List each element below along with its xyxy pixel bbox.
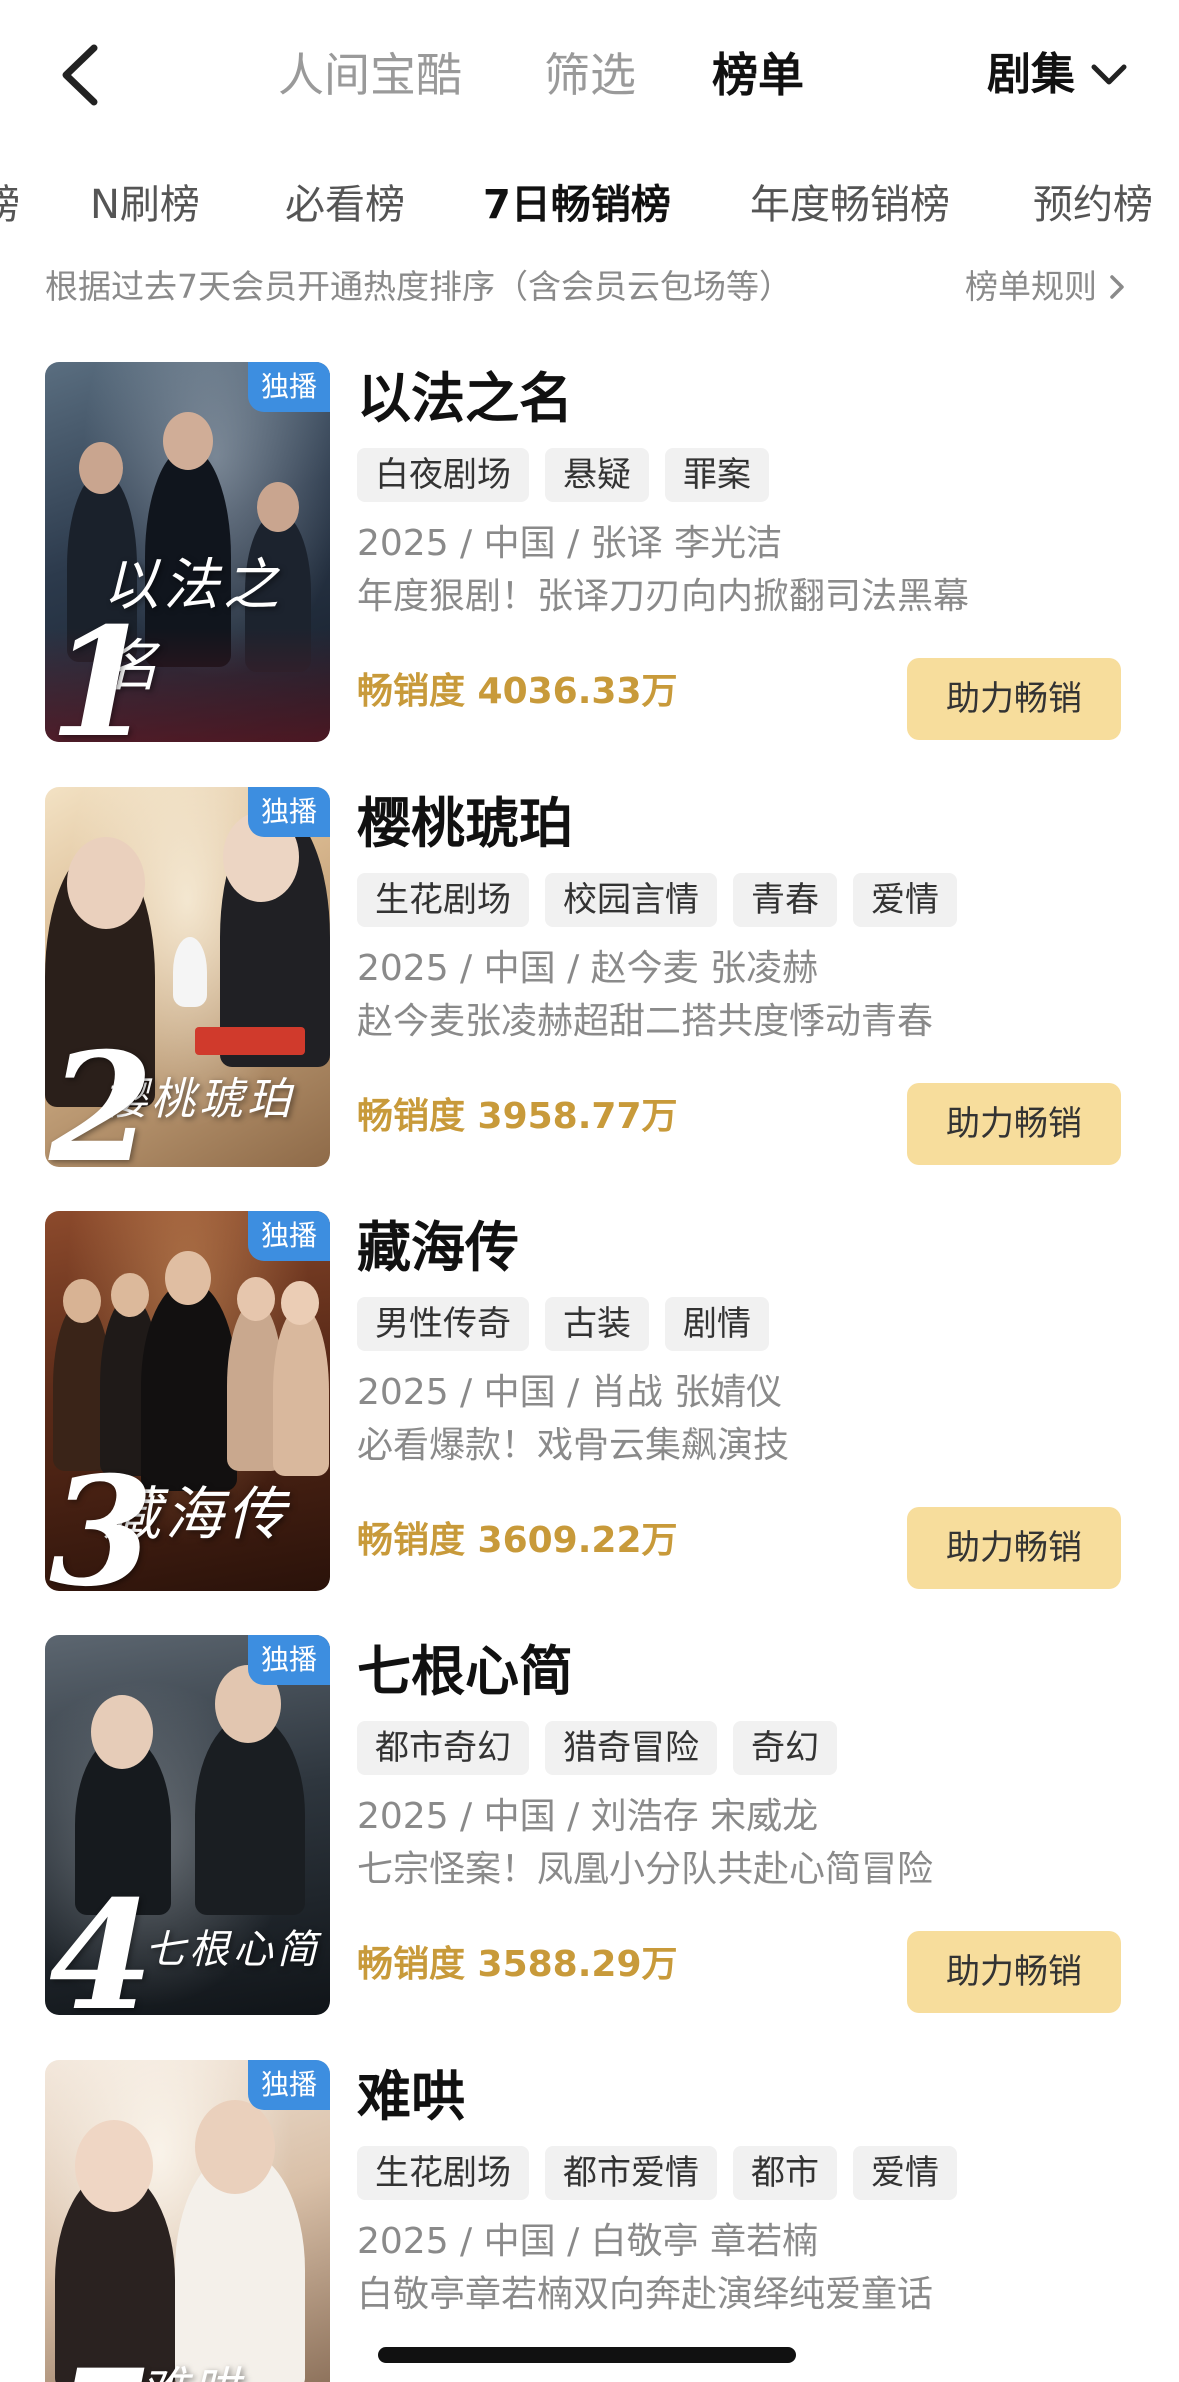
genre-tag[interactable]: 猎奇冒险 [545, 1721, 717, 1775]
poster-title: 七根心简 [145, 1927, 321, 1973]
poster-image[interactable]: 以法之名 1 独播 [45, 362, 330, 742]
genre-tag[interactable]: 奇幻 [733, 1721, 837, 1775]
ranking-subtabs: 榜 N刷榜 必看榜 7日畅销榜 年度畅销榜 预约榜 [0, 170, 1179, 240]
rank-number: 5 [49, 2350, 153, 2382]
show-meta: 2025 / 中国 / 赵今麦 张凌赫 [357, 948, 819, 989]
back-button[interactable] [52, 40, 112, 110]
show-tagline: 赵今麦张凌赫超甜二搭共度悸动青春 [357, 1001, 934, 1042]
tag-list: 白夜剧场 悬疑 罪案 [357, 448, 769, 502]
poster-image[interactable]: 藏海传 3 独播 [45, 1211, 330, 1591]
ranking-item[interactable]: 藏海传 3 独播 藏海传 男性传奇 古装 剧情 2025 / 中国 / 肖战 张… [0, 1211, 1179, 1596]
show-title[interactable]: 以法之名 [357, 364, 573, 434]
genre-tag[interactable]: 爱情 [853, 873, 957, 927]
genre-tag[interactable]: 男性传奇 [357, 1297, 529, 1351]
subtab-7day-bestseller[interactable]: 7日畅销榜 [483, 170, 671, 240]
rank-number: 2 [49, 1020, 154, 1167]
show-meta: 2025 / 中国 / 张译 李光洁 [357, 523, 783, 564]
exclusive-badge: 独播 [248, 2060, 330, 2110]
tag-list: 生花剧场 都市爱情 都市 爱情 [357, 2146, 957, 2200]
sales-score: 畅销度 4036.33万 [357, 671, 678, 712]
poster-image[interactable]: 难哄 5 独播 [45, 2060, 330, 2382]
rules-label: 榜单规则 [965, 267, 1097, 306]
exclusive-badge: 独播 [248, 1635, 330, 1685]
ranking-item[interactable]: 樱桃琥珀 2 独播 樱桃琥珀 生花剧场 校园言情 青春 爱情 2025 / 中国… [0, 787, 1179, 1172]
show-title[interactable]: 七根心简 [357, 1637, 573, 1707]
category-dropdown[interactable]: 剧集 [987, 42, 1129, 108]
genre-tag[interactable]: 爱情 [853, 2146, 957, 2200]
ranking-item[interactable]: 七根心简 4 独播 七根心简 都市奇幻 猎奇冒险 奇幻 2025 / 中国 / … [0, 1635, 1179, 2020]
ranking-description-row: 根据过去7天会员开通热度排序（含会员云包场等） 榜单规则 [0, 262, 1179, 312]
poster-title: 难哄 [140, 2350, 244, 2382]
genre-tag[interactable]: 罪案 [665, 448, 769, 502]
chevron-right-icon [1110, 275, 1124, 299]
ranking-rules-link[interactable]: 榜单规则 [965, 262, 1127, 312]
subtab-partial[interactable]: 榜 [0, 170, 20, 240]
tag-list: 都市奇幻 猎奇冒险 奇幻 [357, 1721, 837, 1775]
sales-score: 畅销度 3958.77万 [357, 1096, 678, 1137]
show-title[interactable]: 藏海传 [357, 1213, 519, 1283]
subtab-reservation[interactable]: 预约榜 [1033, 170, 1153, 240]
promo-ribbon [195, 1027, 305, 1055]
genre-tag[interactable]: 生花剧场 [357, 873, 529, 927]
category-label: 剧集 [987, 49, 1075, 100]
exclusive-badge: 独播 [248, 787, 330, 837]
genre-tag[interactable]: 生花剧场 [357, 2146, 529, 2200]
show-tagline: 白敬亭章若楠双向奔赴演绎纯爱童话 [357, 2274, 934, 2315]
tab-rankings[interactable]: 榜单 [712, 42, 804, 108]
show-meta: 2025 / 中国 / 肖战 张婧仪 [357, 1372, 783, 1413]
genre-tag[interactable]: 青春 [733, 873, 837, 927]
show-tagline: 七宗怪案！凤凰小分队共赴心简冒险 [357, 1849, 934, 1890]
top-nav-bar: 人间宝酷 筛选 榜单 剧集 [0, 0, 1179, 150]
genre-tag[interactable]: 悬疑 [545, 448, 649, 502]
ranking-item[interactable]: 以法之名 1 独播 以法之名 白夜剧场 悬疑 罪案 2025 / 中国 / 张译… [0, 362, 1179, 747]
genre-tag[interactable]: 白夜剧场 [357, 448, 529, 502]
subtab-must-watch[interactable]: 必看榜 [285, 170, 405, 240]
genre-tag[interactable]: 古装 [545, 1297, 649, 1351]
tag-list: 男性传奇 古装 剧情 [357, 1297, 769, 1351]
genre-tag[interactable]: 都市爱情 [545, 2146, 717, 2200]
boost-sales-button[interactable]: 助力畅销 [907, 1931, 1121, 2013]
rank-number: 3 [49, 1444, 154, 1591]
tab-renjianbaoku[interactable]: 人间宝酷 [278, 42, 462, 108]
show-title[interactable]: 樱桃琥珀 [357, 789, 573, 859]
chevron-left-icon [62, 44, 98, 106]
boost-sales-button[interactable]: 助力畅销 [907, 658, 1121, 740]
genre-tag[interactable]: 剧情 [665, 1297, 769, 1351]
show-title[interactable]: 难哄 [357, 2062, 465, 2132]
tag-list: 生花剧场 校园言情 青春 爱情 [357, 873, 957, 927]
sales-score: 畅销度 3609.22万 [357, 1520, 678, 1561]
boost-sales-button[interactable]: 助力畅销 [907, 1507, 1121, 1589]
rank-number: 4 [49, 1868, 154, 2015]
subtab-n-rewatch[interactable]: N刷榜 [90, 170, 200, 240]
rank-number: 1 [49, 595, 154, 742]
genre-tag[interactable]: 都市 [733, 2146, 837, 2200]
subtab-annual-bestseller[interactable]: 年度畅销榜 [750, 170, 950, 240]
home-indicator[interactable] [378, 2347, 796, 2363]
tab-filter[interactable]: 筛选 [544, 42, 636, 108]
sales-score: 畅销度 3588.29万 [357, 1944, 678, 1985]
boost-sales-button[interactable]: 助力畅销 [907, 1083, 1121, 1165]
genre-tag[interactable]: 校园言情 [545, 873, 717, 927]
exclusive-badge: 独播 [248, 362, 330, 412]
ranking-description: 根据过去7天会员开通热度排序（含会员云包场等） [45, 267, 792, 306]
genre-tag[interactable]: 都市奇幻 [357, 1721, 529, 1775]
ranking-item[interactable]: 难哄 5 独播 难哄 生花剧场 都市爱情 都市 爱情 2025 / 中国 / 白… [0, 2060, 1179, 2382]
poster-image[interactable]: 七根心简 4 独播 [45, 1635, 330, 2015]
chevron-down-icon [1091, 64, 1127, 85]
show-tagline: 必看爆款！戏骨云集飙演技 [357, 1425, 790, 1466]
poster-image[interactable]: 樱桃琥珀 2 独播 [45, 787, 330, 1167]
exclusive-badge: 独播 [248, 1211, 330, 1261]
show-meta: 2025 / 中国 / 刘浩存 宋威龙 [357, 1796, 819, 1837]
show-meta: 2025 / 中国 / 白敬亭 章若楠 [357, 2221, 819, 2262]
show-tagline: 年度狠剧！张译刀刃向内掀翻司法黑幕 [357, 576, 970, 617]
